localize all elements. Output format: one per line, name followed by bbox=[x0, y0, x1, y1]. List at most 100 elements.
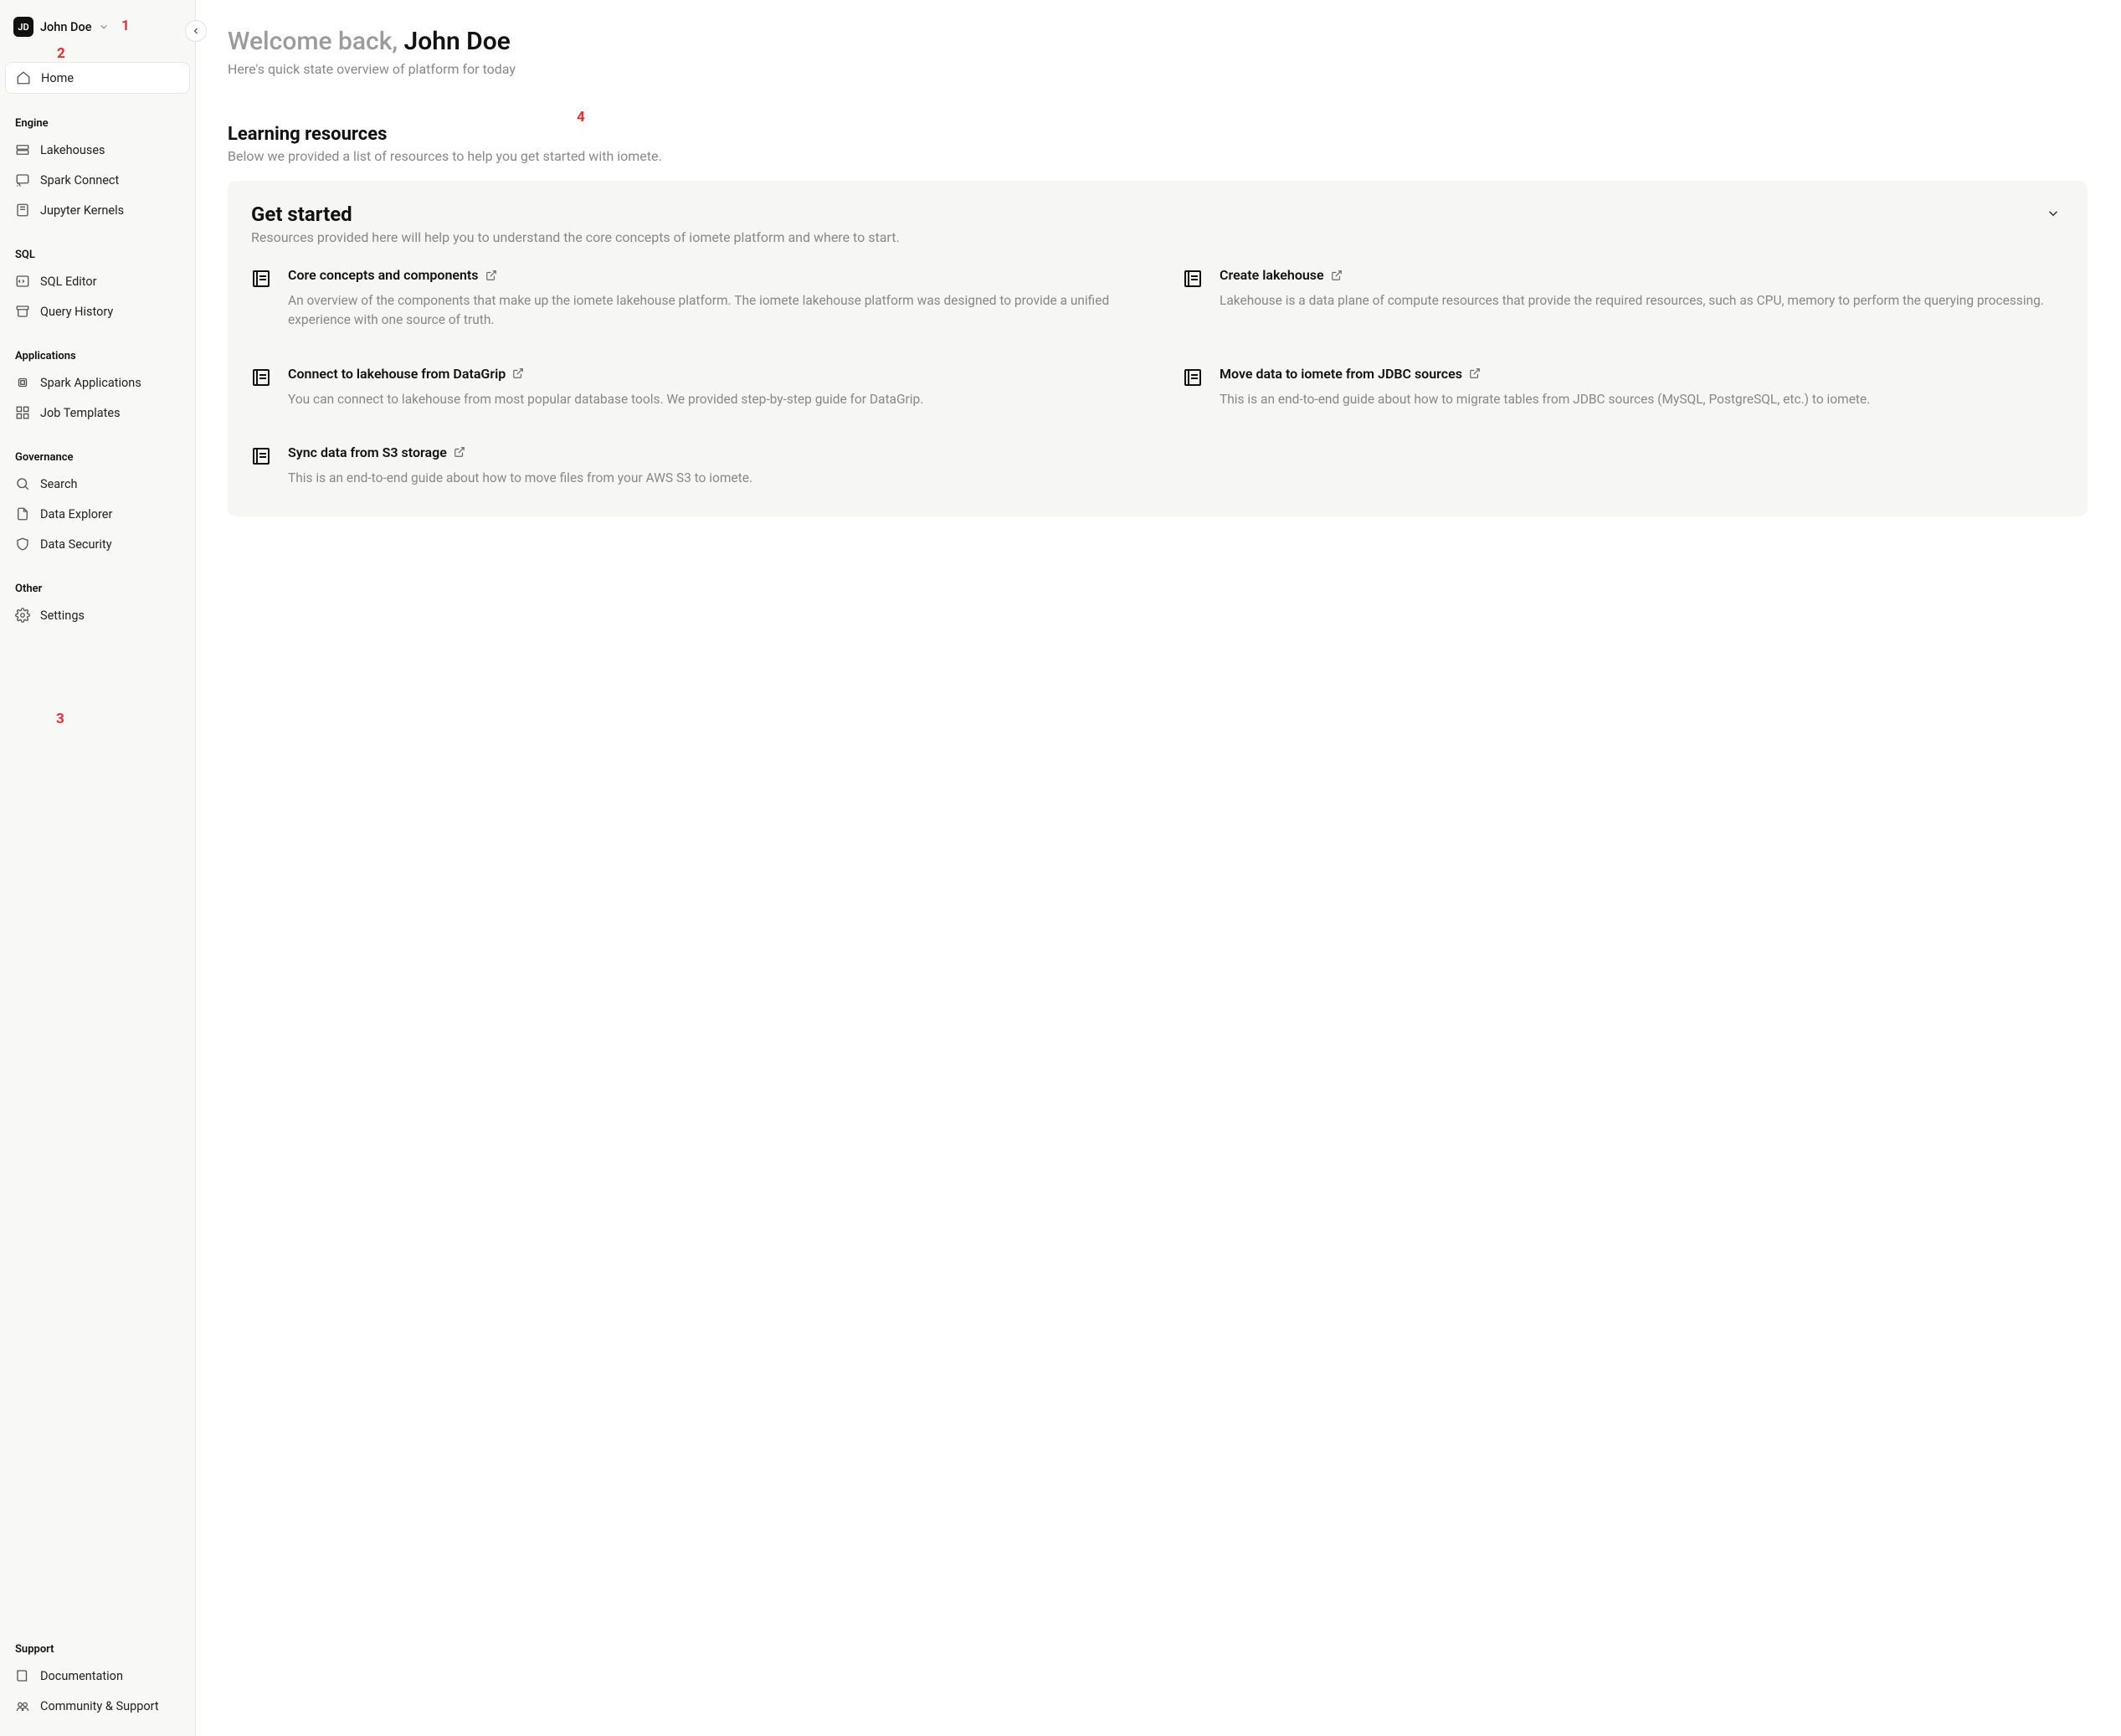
external-link-icon bbox=[1469, 367, 1481, 379]
get-started-panel: Get started Resources provided here will… bbox=[228, 181, 2088, 516]
resource-title-text: Create lakehouse bbox=[1220, 267, 1324, 283]
welcome-heading: Welcome back, John Doe bbox=[228, 27, 2088, 56]
resource-link[interactable]: Connect to lakehouse from DataGrip bbox=[288, 366, 923, 382]
nav-label: Jupyter Kernels bbox=[40, 203, 124, 218]
nav-label: Query History bbox=[40, 305, 113, 319]
file-icon bbox=[15, 506, 30, 521]
external-link-icon bbox=[1331, 270, 1343, 281]
external-link-icon bbox=[512, 367, 524, 379]
nav-settings[interactable]: Settings bbox=[5, 600, 190, 630]
chevron-down-icon bbox=[2046, 206, 2061, 221]
resource-link[interactable]: Move data to iomete from JDBC sources bbox=[1220, 366, 1870, 382]
nav-spark-applications[interactable]: Spark Applications bbox=[5, 367, 190, 398]
nav-jupyter-kernels[interactable]: Jupyter Kernels bbox=[5, 195, 190, 225]
nav-label: Job Templates bbox=[40, 406, 121, 420]
collapse-sidebar-button[interactable] bbox=[185, 20, 207, 42]
nav-label: Community & Support bbox=[40, 1699, 159, 1713]
nav-label: Home bbox=[41, 71, 74, 85]
nav-community-support[interactable]: Community & Support bbox=[5, 1691, 190, 1721]
resource-link[interactable]: Create lakehouse bbox=[1220, 267, 2044, 283]
resource-desc: You can connect to lakehouse from most p… bbox=[288, 390, 923, 409]
search-icon bbox=[15, 476, 30, 491]
community-icon bbox=[15, 1698, 30, 1713]
resource-desc: This is an end-to-end guide about how to… bbox=[288, 469, 752, 488]
nav-label: Lakehouses bbox=[40, 143, 105, 157]
main-content: Welcome back, John Doe Here's quick stat… bbox=[196, 0, 2121, 1736]
nav-section-governance: Governance Search Data Explorer Data Sec… bbox=[5, 444, 190, 559]
resource-desc: This is an end-to-end guide about how to… bbox=[1220, 390, 1870, 409]
resource-title-text: Move data to iomete from JDBC sources bbox=[1220, 366, 1462, 382]
nav-section-other: Other Settings bbox=[5, 576, 190, 630]
external-link-icon bbox=[454, 446, 465, 458]
nav-label: Spark Applications bbox=[40, 376, 141, 390]
nav-section-sql: SQL SQL Editor Query History bbox=[5, 242, 190, 326]
doc-icon bbox=[1183, 367, 1204, 409]
chevron-down-icon bbox=[98, 21, 110, 33]
section-label: SQL bbox=[5, 242, 190, 266]
learning-title: Learning resources bbox=[228, 124, 2088, 145]
resource-sync-s3: Sync data from S3 storage This is an end… bbox=[251, 444, 1132, 488]
nav-data-explorer[interactable]: Data Explorer bbox=[5, 499, 190, 529]
nav-section-applications: Applications Spark Applications Job Temp… bbox=[5, 343, 190, 428]
cast-icon bbox=[15, 172, 30, 187]
resource-desc: An overview of the components that make … bbox=[288, 291, 1132, 331]
nav-label: Data Explorer bbox=[40, 507, 112, 521]
lakehouse-icon bbox=[15, 142, 30, 157]
home-icon bbox=[16, 70, 31, 85]
nav-sql-editor[interactable]: SQL Editor bbox=[5, 266, 190, 296]
avatar: JD bbox=[13, 17, 33, 37]
resource-desc: Lakehouse is a data plane of compute res… bbox=[1220, 291, 2044, 311]
section-label: Governance bbox=[5, 444, 190, 469]
nav-label: Search bbox=[40, 477, 78, 491]
doc-icon bbox=[251, 367, 273, 409]
nav-query-history[interactable]: Query History bbox=[5, 296, 190, 326]
archive-icon bbox=[15, 304, 30, 319]
nav-search[interactable]: Search bbox=[5, 469, 190, 499]
welcome-name: John Doe bbox=[404, 27, 511, 56]
nav-data-security[interactable]: Data Security bbox=[5, 529, 190, 559]
resource-connect-datagrip: Connect to lakehouse from DataGrip You c… bbox=[251, 366, 1132, 409]
welcome-prefix: Welcome back, bbox=[228, 27, 404, 56]
code-icon bbox=[15, 274, 30, 289]
nav-section-support: Support Documentation Community & Suppor… bbox=[5, 1636, 190, 1721]
section-label: Other bbox=[5, 576, 190, 600]
nav-documentation[interactable]: Documentation bbox=[5, 1661, 190, 1691]
resource-link[interactable]: Sync data from S3 storage bbox=[288, 444, 752, 460]
nav-section-engine: Engine Lakehouses Spark Connect Jupyter … bbox=[5, 110, 190, 225]
external-link-icon bbox=[485, 270, 497, 281]
nav-job-templates[interactable]: Job Templates bbox=[5, 398, 190, 428]
collapse-panel-button[interactable] bbox=[2042, 203, 2064, 224]
nav-home[interactable]: Home bbox=[5, 62, 190, 94]
nav-lakehouses[interactable]: Lakehouses bbox=[5, 135, 190, 165]
shield-icon bbox=[15, 537, 30, 552]
cpu-icon bbox=[15, 375, 30, 390]
resource-title-text: Sync data from S3 storage bbox=[288, 444, 447, 460]
nav-label: Settings bbox=[40, 609, 85, 623]
resource-grid: Core concepts and components An overview… bbox=[251, 267, 2064, 488]
doc-icon bbox=[251, 269, 273, 331]
doc-icon bbox=[251, 446, 273, 488]
section-label: Applications bbox=[5, 343, 190, 367]
nav-label: Data Security bbox=[40, 537, 112, 552]
resource-core-concepts: Core concepts and components An overview… bbox=[251, 267, 1132, 331]
panel-subtitle: Resources provided here will help you to… bbox=[251, 229, 900, 245]
nav-label: Spark Connect bbox=[40, 173, 119, 187]
user-menu[interactable]: JD John Doe bbox=[5, 12, 190, 42]
resource-title-text: Connect to lakehouse from DataGrip bbox=[288, 366, 506, 382]
resource-link[interactable]: Core concepts and components bbox=[288, 267, 1132, 283]
learning-subtitle: Below we provided a list of resources to… bbox=[228, 148, 2088, 164]
doc-icon bbox=[1183, 269, 1204, 331]
user-name: John Doe bbox=[40, 20, 91, 34]
nav-label: SQL Editor bbox=[40, 275, 97, 289]
sidebar: JD John Doe Home Engine Lakehouses Spark… bbox=[0, 0, 196, 1736]
notebook-icon bbox=[15, 203, 30, 218]
gear-icon bbox=[15, 608, 30, 623]
welcome-subtitle: Here's quick state overview of platform … bbox=[228, 61, 2088, 77]
resource-move-jdbc: Move data to iomete from JDBC sources Th… bbox=[1183, 366, 2064, 409]
chevron-left-icon bbox=[191, 26, 201, 36]
book-icon bbox=[15, 1668, 30, 1683]
nav-spark-connect[interactable]: Spark Connect bbox=[5, 165, 190, 195]
resource-create-lakehouse: Create lakehouse Lakehouse is a data pla… bbox=[1183, 267, 2064, 331]
grid-icon bbox=[15, 405, 30, 420]
section-label: Support bbox=[5, 1636, 190, 1661]
